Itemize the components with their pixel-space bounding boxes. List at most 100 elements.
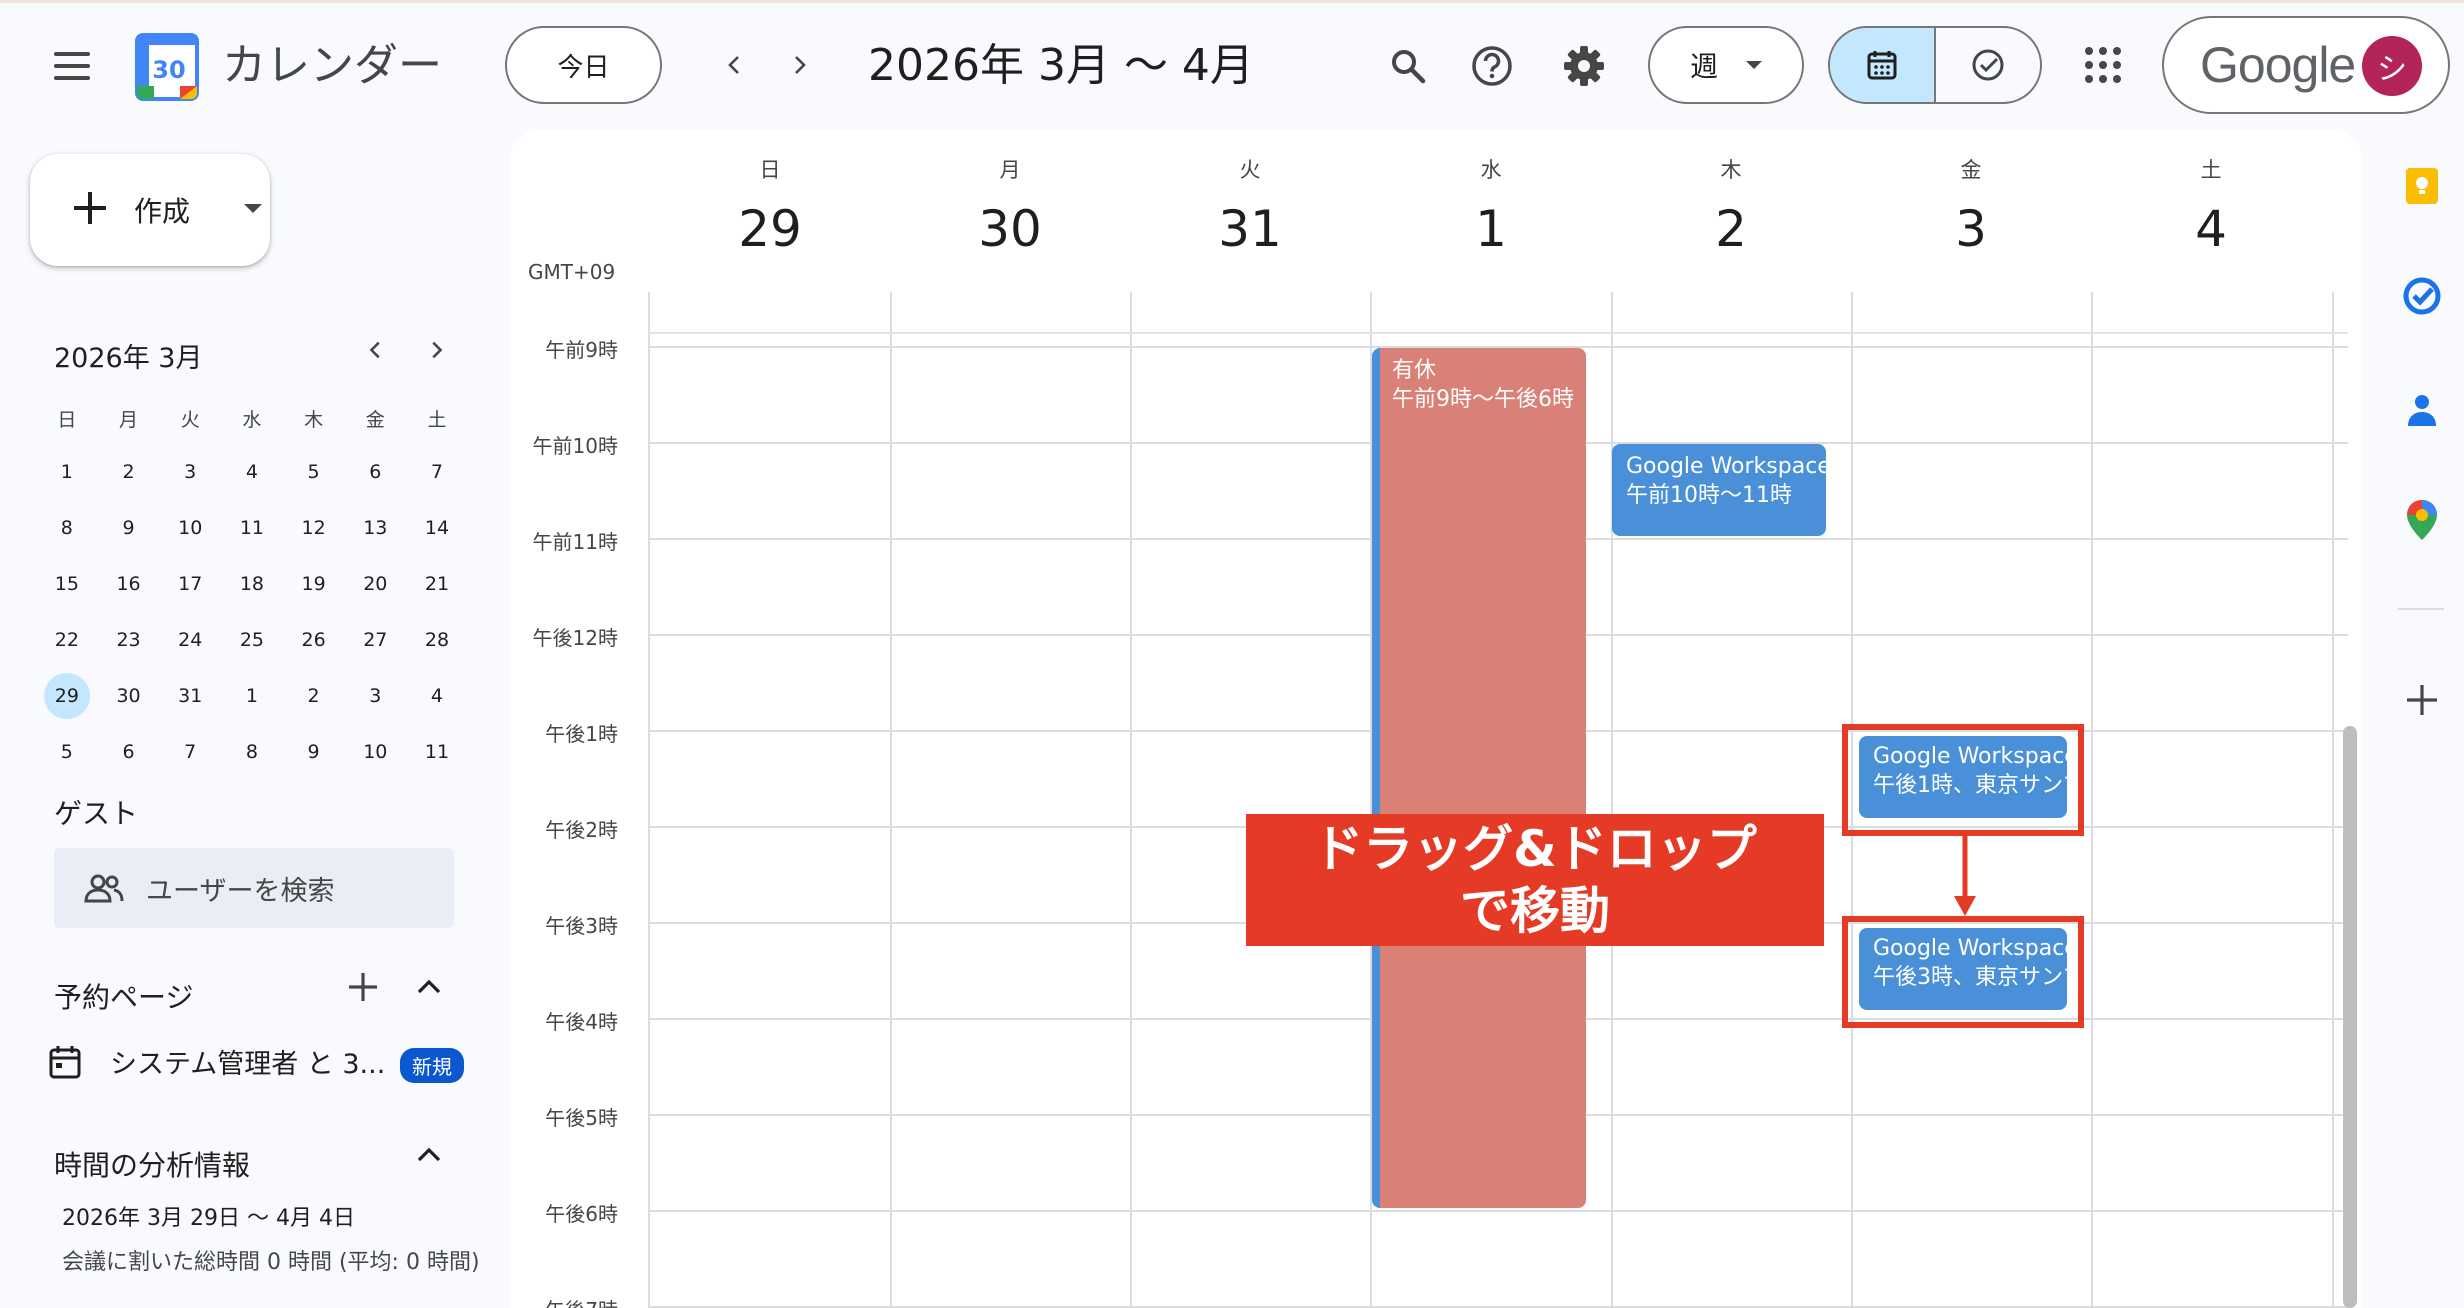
calendar-tasks-toggle [1828,26,2042,104]
plus-icon [2407,685,2437,715]
mini-day[interactable]: 3 [344,668,406,724]
view-select-label: 週 [1689,50,1718,83]
tasks-view-button[interactable] [1936,28,2040,102]
maps-app-button[interactable] [2402,500,2442,540]
grid-divider [648,292,650,1308]
mini-weekday: 月 [119,408,139,431]
event-title: Google Workspace [1626,454,1826,479]
mini-day[interactable]: 25 [221,612,283,668]
event-paid-leave[interactable]: 有休 午前9時〜午後6時 [1372,348,1586,1208]
mini-day[interactable]: 16 [98,556,160,612]
calendar-icon [49,1045,81,1078]
hour-label: 午後12時 [532,626,618,650]
grid-divider [1611,292,1613,1308]
main-menu-button[interactable] [40,36,100,96]
settings-button[interactable] [1554,36,1614,96]
mini-day[interactable]: 30 [98,668,160,724]
previous-week-button[interactable] [712,42,758,88]
guest-search-input[interactable]: ユーザーを検索 [54,848,454,928]
mini-day[interactable]: 26 [283,612,345,668]
mini-day[interactable]: 6 [98,724,160,780]
analysis-collapse-button[interactable] [414,1140,444,1178]
create-button[interactable]: 作成 [30,154,270,266]
caret-down-icon [244,204,262,213]
day-number[interactable]: 3 [1851,200,2091,258]
mini-day[interactable]: 6 [344,444,406,500]
scrollbar[interactable] [2343,726,2357,1308]
mini-day[interactable]: 28 [406,612,468,668]
booking-page-label: システム管理者 と 3... [110,1049,386,1080]
day-number[interactable]: 1 [1371,200,1611,258]
mini-day[interactable]: 19 [283,556,345,612]
mini-day[interactable]: 4 [406,668,468,724]
event-google-workspace-thu[interactable]: Google Workspace 午前10時〜11時 [1612,444,1826,536]
annotation-arrow-icon [1954,834,1976,916]
hour-label: 午後3時 [545,914,618,938]
mini-day[interactable]: 18 [221,556,283,612]
mini-day[interactable]: 9 [283,724,345,780]
mini-day[interactable]: 10 [159,500,221,556]
booking-page-item[interactable]: システム管理者 と 3... [48,1042,385,1081]
mini-day[interactable]: 24 [159,612,221,668]
help-button[interactable] [1462,36,1522,96]
mini-day[interactable]: 11 [406,724,468,780]
mini-day[interactable]: 5 [283,444,345,500]
mini-day[interactable]: 22 [36,612,98,668]
mini-day[interactable]: 27 [344,612,406,668]
booking-collapse-button[interactable] [414,972,444,1010]
hour-label: 午後5時 [545,1106,618,1130]
mini-day[interactable]: 1 [36,444,98,500]
avatar[interactable]: シ [2362,36,2422,96]
keep-app-button[interactable] [2402,166,2442,206]
google-logo-text: Google [2200,37,2356,93]
mini-day[interactable]: 7 [159,724,221,780]
contacts-app-button[interactable] [2402,390,2442,430]
google-apps-icon[interactable] [2080,42,2126,88]
day-number[interactable]: 31 [1130,200,1370,258]
mini-day[interactable]: 10 [344,724,406,780]
mini-day[interactable]: 21 [406,556,468,612]
mini-day[interactable]: 13 [344,500,406,556]
mini-day[interactable]: 23 [98,612,160,668]
view-select-dropdown[interactable]: 週 [1648,26,1804,104]
mini-day[interactable]: 8 [221,724,283,780]
search-button[interactable] [1378,36,1438,96]
day-number[interactable]: 2 [1611,200,1851,258]
mini-calendar-prev-button[interactable] [356,334,396,369]
add-app-button[interactable] [2402,680,2442,720]
event-time: 午前10時〜11時 [1626,483,1792,508]
mini-calendar-grid: 日 月 火 水 木 金 土 1 2 3 4 5 6 7 8 9 10 11 12… [36,392,468,780]
mini-day[interactable]: 4 [221,444,283,500]
next-week-button[interactable] [776,42,822,88]
hour-label: 午前11時 [532,530,618,554]
today-button[interactable]: 今日 [505,26,662,104]
day-number[interactable]: 4 [2091,200,2331,258]
mini-day-today[interactable]: 29 [36,668,98,724]
mini-weekday: 日 [57,408,77,431]
calendar-logo-icon: 30 [134,32,200,102]
mini-day[interactable]: 15 [36,556,98,612]
mini-calendar-next-button[interactable] [416,334,456,369]
mini-day[interactable]: 14 [406,500,468,556]
mini-day[interactable]: 1 [221,668,283,724]
account-switcher[interactable]: Google シ [2162,16,2450,114]
mini-day[interactable]: 2 [98,444,160,500]
mini-day[interactable]: 5 [36,724,98,780]
mini-day[interactable]: 12 [283,500,345,556]
mini-day[interactable]: 20 [344,556,406,612]
mini-day[interactable]: 2 [283,668,345,724]
mini-day[interactable]: 31 [159,668,221,724]
calendar-view-button[interactable] [1830,28,1936,102]
mini-day[interactable]: 3 [159,444,221,500]
create-button-label: 作成 [134,195,191,228]
mini-day[interactable]: 7 [406,444,468,500]
day-number[interactable]: 30 [890,200,1130,258]
date-range-title: 2026年 3月 〜 4月 [868,40,1254,91]
add-booking-page-button[interactable] [346,968,380,1014]
mini-day[interactable]: 11 [221,500,283,556]
mini-day[interactable]: 17 [159,556,221,612]
tasks-app-button[interactable] [2402,276,2442,316]
mini-day[interactable]: 8 [36,500,98,556]
mini-day[interactable]: 9 [98,500,160,556]
day-number[interactable]: 29 [650,200,890,258]
